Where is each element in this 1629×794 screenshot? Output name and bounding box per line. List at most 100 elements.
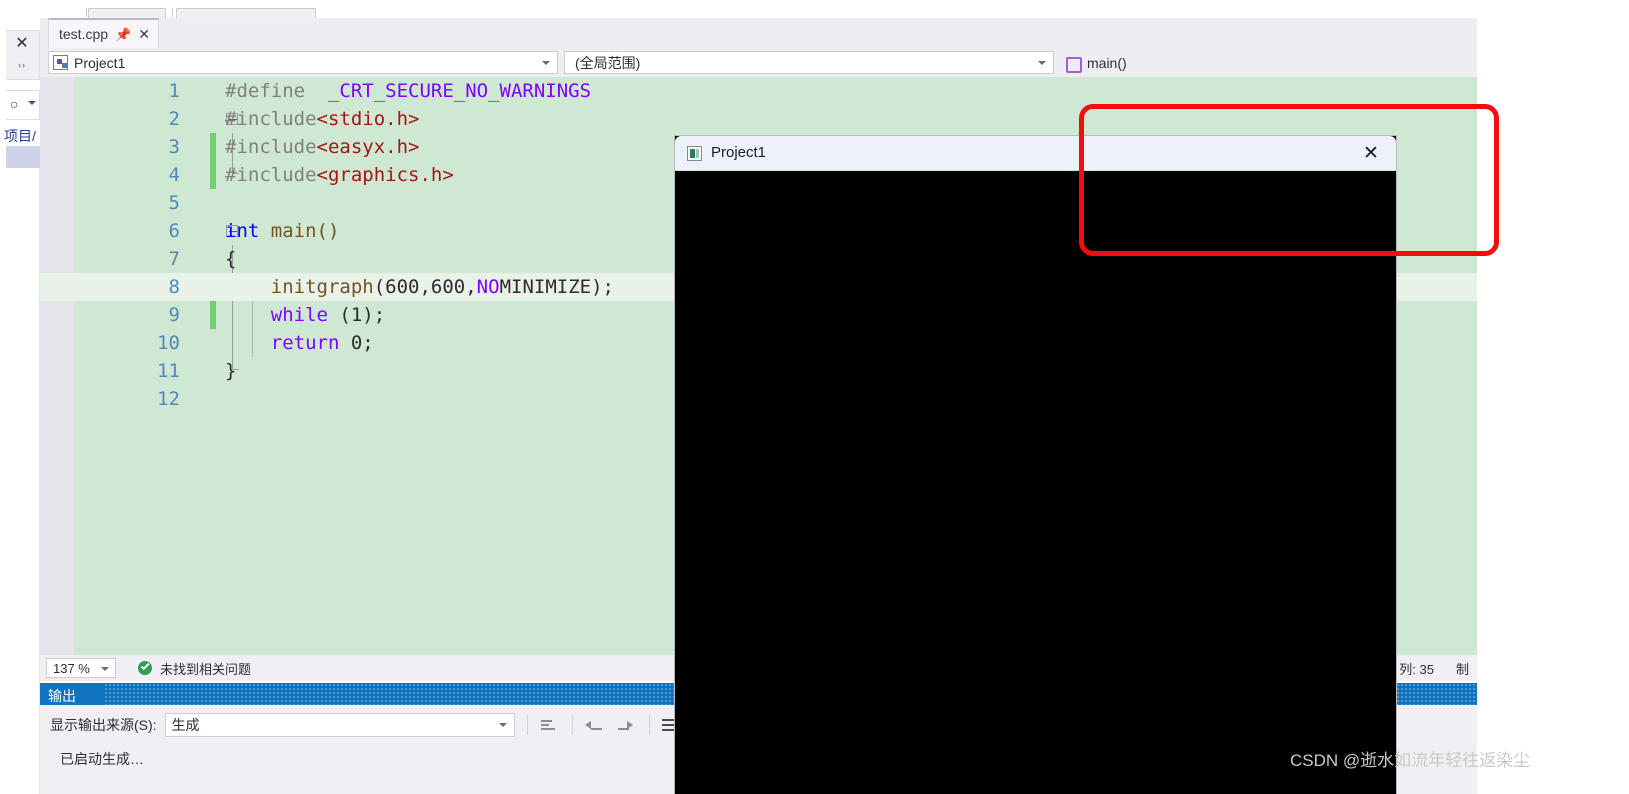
- code-token: main(): [270, 220, 340, 242]
- line-number: 10: [157, 332, 180, 354]
- status-right-group: 列: 35 制: [1399, 659, 1469, 678]
- code-line[interactable]: 1 #define _CRT_SECURE_NO_WARNINGS: [40, 77, 1477, 105]
- code-token: #include: [225, 164, 317, 186]
- code-token: while: [270, 304, 328, 326]
- scope-selector[interactable]: (全局范围): [564, 51, 1054, 74]
- left-dock-rail: ✕ ›› ○ 项目/: [0, 18, 40, 794]
- code-token: }: [225, 360, 237, 382]
- line-number: 12: [157, 388, 180, 410]
- code-token: (600,600,: [373, 276, 477, 298]
- output-line: 已启动生成…: [60, 751, 144, 767]
- output-panel-title: 输出: [48, 688, 76, 704]
- member-selector[interactable]: main(): [1060, 51, 1471, 74]
- divider: [571, 715, 573, 735]
- close-icon[interactable]: ✕: [138, 27, 150, 41]
- code-token: return: [270, 332, 340, 354]
- toolbar-tick: [172, 8, 173, 17]
- chevron-down-icon[interactable]: [1038, 61, 1046, 65]
- code-token: _CRT_SECURE_NO_WARNINGS: [327, 80, 592, 102]
- code-token: NO: [476, 276, 500, 298]
- insert-mode-indicator: 制: [1455, 661, 1469, 677]
- close-icon[interactable]: ✕: [14, 36, 30, 52]
- tab-label: test.cpp: [59, 26, 109, 42]
- line-number: 2: [168, 108, 180, 130]
- line-text: initgraph(600,600,NOMINIMIZE);: [225, 273, 614, 301]
- line-text: #include<graphics.h>: [225, 161, 454, 189]
- pin-icon[interactable]: 📌: [115, 28, 131, 41]
- project-name: Project1: [74, 54, 126, 71]
- line-text: }: [225, 357, 236, 385]
- code-token: 0;: [339, 332, 374, 354]
- line-number: 3: [168, 136, 180, 158]
- code-token: MINIMIZE);: [499, 276, 614, 298]
- line-number: 9: [168, 304, 180, 326]
- line-number: 8: [168, 276, 180, 298]
- rail-combo-glyph: ○: [10, 96, 19, 112]
- code-token: <stdio.h>: [316, 108, 420, 130]
- rail-label: 项目/: [4, 128, 36, 144]
- app-icon: [687, 146, 702, 161]
- line-number: 11: [157, 360, 180, 382]
- output-source-selector[interactable]: 生成: [164, 713, 515, 737]
- line-text: #include<easyx.h>: [225, 133, 419, 161]
- line-text: while (1);: [225, 301, 385, 329]
- project1-title-bar[interactable]: Project1 ✕: [675, 136, 1396, 171]
- toolbar-tick: [86, 8, 87, 17]
- line-number: 1: [168, 80, 180, 102]
- graphics-canvas: [675, 171, 1396, 794]
- line-text: #include<stdio.h>: [225, 105, 419, 133]
- scope-name: (全局范围): [575, 54, 641, 71]
- line-number: 5: [168, 192, 180, 214]
- zoom-level-selector[interactable]: 137 %: [46, 658, 116, 678]
- method-icon: [1064, 55, 1082, 73]
- zoom-level: 137 %: [53, 660, 90, 676]
- chevron-down-icon[interactable]: [28, 101, 36, 105]
- column-indicator: 列: 35: [1399, 661, 1434, 677]
- chevron-down-icon[interactable]: [498, 723, 507, 727]
- close-icon[interactable]: ✕: [1354, 142, 1388, 166]
- line-number: 6: [168, 220, 180, 242]
- line-number: 4: [168, 164, 180, 186]
- code-token: #define: [225, 80, 328, 102]
- project1-window-title: Project1: [711, 144, 767, 161]
- output-source-value: 生成: [171, 717, 200, 733]
- code-token: {: [225, 248, 237, 270]
- project1-window[interactable]: Project1 ✕: [675, 136, 1396, 794]
- code-token: (1);: [327, 304, 386, 326]
- line-text: {: [225, 245, 236, 273]
- screenshot-root: ✕ ›› ○ 项目/ test.cpp 📌 ✕ Project1 (全局范围) …: [0, 0, 1629, 794]
- project-selector[interactable]: Project1: [48, 51, 558, 74]
- divider: [648, 715, 650, 735]
- member-name: main(): [1087, 54, 1127, 71]
- arrow-left-icon[interactable]: [583, 715, 605, 735]
- clear-icon[interactable]: [538, 715, 560, 735]
- line-number: 7: [168, 248, 180, 270]
- rail-selected-item[interactable]: [6, 146, 40, 168]
- line-text: #define _CRT_SECURE_NO_WARNINGS: [225, 77, 591, 105]
- project-icon: [53, 55, 68, 70]
- chevron-down-icon[interactable]: [542, 61, 550, 65]
- divider: [526, 715, 528, 735]
- window-right-padding: [1477, 0, 1629, 794]
- arrow-right-icon[interactable]: [615, 715, 637, 735]
- output-source-label: 显示输出来源(S):: [50, 717, 157, 733]
- line-text: return 0;: [225, 329, 374, 357]
- rail-body: [6, 168, 40, 794]
- code-token: int: [225, 220, 271, 242]
- chevron-double-icon[interactable]: ››: [18, 60, 26, 70]
- tab-test-cpp[interactable]: test.cpp 📌 ✕: [48, 18, 159, 48]
- navigation-bar: Project1 (全局范围) main(): [40, 48, 1477, 77]
- problems-status: 未找到相关问题: [160, 661, 252, 677]
- code-token: <graphics.h>: [316, 164, 454, 186]
- check-circle-icon: [138, 661, 152, 675]
- line-text: int main(): [225, 217, 339, 245]
- editor-tab-row: test.cpp 📌 ✕: [40, 18, 1477, 48]
- code-line[interactable]: 2 #include<stdio.h>: [40, 105, 1477, 133]
- code-token: #include: [225, 136, 317, 158]
- code-token: #include: [225, 108, 317, 130]
- code-token: <easyx.h>: [316, 136, 420, 158]
- chevron-down-icon[interactable]: [101, 667, 109, 671]
- watermark: CSDN @逝水如流年轻往返染尘: [1290, 751, 1531, 770]
- code-token: initgraph: [225, 276, 374, 298]
